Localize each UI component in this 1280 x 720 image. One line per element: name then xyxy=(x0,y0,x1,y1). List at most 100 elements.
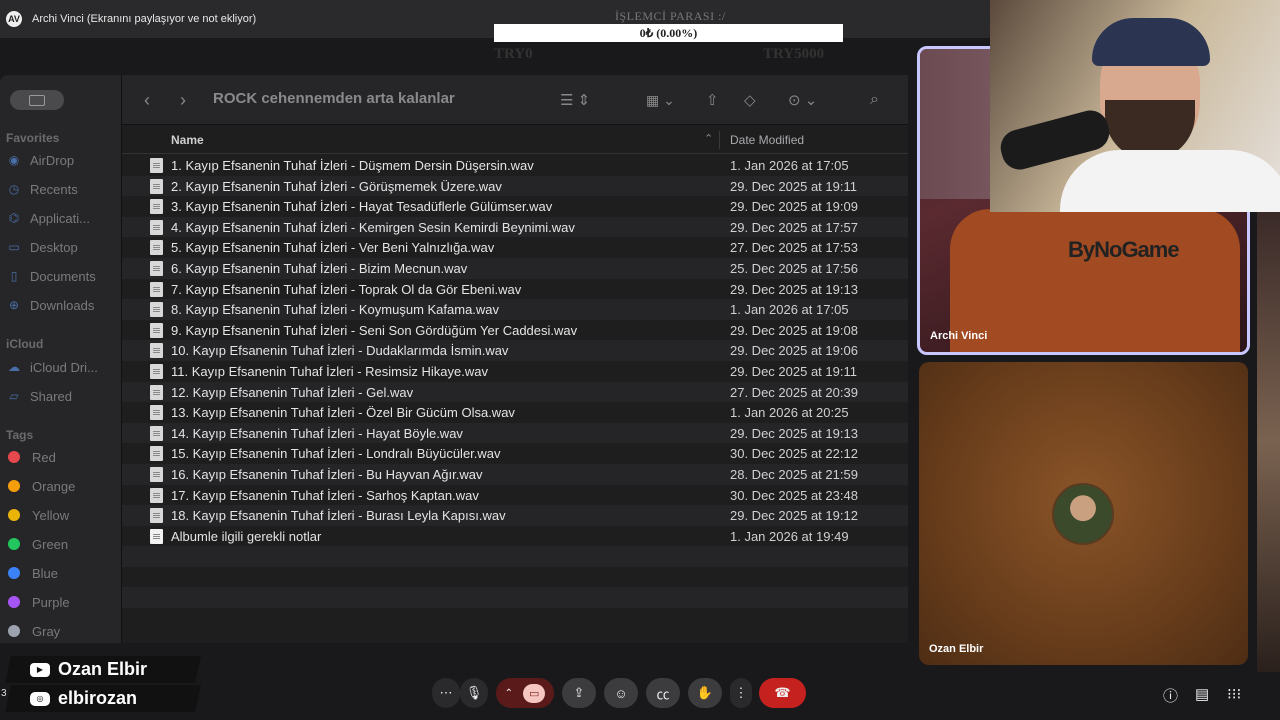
sidebar-item-desktop[interactable]: ▭ Desktop xyxy=(6,236,77,258)
list-view-icon[interactable]: ☰ ⇕ xyxy=(560,89,590,111)
sidebar-item-label: Yellow xyxy=(32,507,70,523)
file-row[interactable]: 4. Kayıp Efsanenin Tuhaf İzleri - Kemirg… xyxy=(122,216,908,238)
file-row[interactable]: 15. Kayıp Efsanenin Tuhaf İzleri - Londr… xyxy=(122,443,908,464)
clock-icon: ◷ xyxy=(8,182,20,196)
column-name[interactable]: Name xyxy=(171,133,204,147)
side-video-strip xyxy=(1257,212,1280,672)
file-list: 1. Kayıp Efsanenin Tuhaf İzleri - Düşmem… xyxy=(122,155,908,629)
present-screen-icon[interactable]: ⇪ xyxy=(562,678,596,708)
webcam-body xyxy=(1060,150,1280,212)
share-icon[interactable]: ⇧ xyxy=(706,89,719,111)
file-date: 27. Dec 2025 at 20:39 xyxy=(730,384,858,400)
audio-file-icon xyxy=(150,425,163,441)
more-vert-icon[interactable]: ⋮ xyxy=(730,678,752,708)
file-row[interactable]: 9. Kayıp Efsanenin Tuhaf İzleri - Seni S… xyxy=(122,320,908,341)
chat-icon[interactable]: ▤ xyxy=(1195,685,1209,703)
participant-name: Ozan Elbir xyxy=(929,643,984,655)
column-header: Name ⌃ Date Modified xyxy=(122,126,908,154)
tag-color-dot xyxy=(8,625,20,637)
more-options-icon[interactable]: ⋯ xyxy=(432,678,460,708)
sidebar-section-favorites: Favorites xyxy=(6,131,60,145)
sidebar-item-applicati[interactable]: ⌬ Applicati... xyxy=(6,207,90,229)
group-view-icon[interactable]: ▦ ⌄ xyxy=(646,89,675,111)
file-row[interactable]: 17. Kayıp Efsanenin Tuhaf İzleri - Sarho… xyxy=(122,485,908,506)
file-row[interactable]: 14. Kayıp Efsanenin Tuhaf İzleri - Hayat… xyxy=(122,422,908,444)
counter-max: TRY5000 xyxy=(763,46,825,62)
file-row[interactable]: 5. Kayıp Efsanenin Tuhaf İzleri - Ver Be… xyxy=(122,237,908,258)
sidebar-item-recents[interactable]: ◷ Recents xyxy=(6,178,78,200)
info-icon[interactable]: ⓘ xyxy=(1163,685,1178,706)
hangup-button[interactable]: ☎ xyxy=(759,678,806,708)
sidebar-item-gray[interactable]: Gray xyxy=(6,620,60,642)
camera-off-icon[interactable]: ▭ xyxy=(522,683,546,703)
tag-color-dot xyxy=(8,567,20,579)
audio-file-icon xyxy=(150,219,163,235)
forward-button[interactable]: › xyxy=(180,89,186,111)
file-row[interactable]: 2. Kayıp Efsanenin Tuhaf İzleri - Görüşm… xyxy=(122,175,908,197)
tag-color-dot xyxy=(8,480,20,492)
column-date-modified[interactable]: Date Modified xyxy=(730,133,804,147)
sidebar-item-blue[interactable]: Blue xyxy=(6,562,58,584)
file-name: 12. Kayıp Efsanenin Tuhaf İzleri - Gel.w… xyxy=(171,384,414,400)
download-icon: ⊕ xyxy=(8,298,20,312)
file-row[interactable]: 7. Kayıp Efsanenin Tuhaf İzleri - Toprak… xyxy=(122,279,908,300)
file-date: 29. Dec 2025 at 19:09 xyxy=(730,199,858,215)
file-name: 4. Kayıp Efsanenin Tuhaf İzleri - Kemirg… xyxy=(171,219,575,235)
audio-file-icon xyxy=(150,508,163,524)
audio-file-icon xyxy=(150,466,163,482)
file-row[interactable]: 16. Kayıp Efsanenin Tuhaf İzleri - Bu Ha… xyxy=(122,463,908,485)
presenter-avatar: AV xyxy=(6,11,22,27)
sidebar-item-yellow[interactable]: Yellow xyxy=(6,504,69,526)
file-row[interactable]: 6. Kayıp Efsanenin Tuhaf İzleri - Bizim … xyxy=(122,257,908,279)
webcam-overlay xyxy=(990,0,1280,212)
page-number: 3 xyxy=(1,688,7,699)
sidebar-item-orange[interactable]: Orange xyxy=(6,475,75,497)
tag-icon[interactable]: ◇ xyxy=(744,89,756,111)
sidebar-item-purple[interactable]: Purple xyxy=(6,591,70,613)
sidebar-section-icloud: iCloud xyxy=(6,337,44,351)
file-row[interactable]: 1. Kayıp Efsanenin Tuhaf İzleri - Düşmem… xyxy=(122,155,908,176)
airdrop-icon: ◉ xyxy=(8,153,20,167)
file-row[interactable]: Albumle ilgili gerekli notlar 1. Jan 2026… xyxy=(122,526,908,547)
sidebar-toggle-button[interactable] xyxy=(10,90,64,110)
file-row[interactable]: 13. Kayıp Efsanenin Tuhaf İzleri - Özel … xyxy=(122,402,908,423)
counter-value: 0₺ (0.00%) xyxy=(494,24,843,42)
sidebar-item-label: iCloud Dri... xyxy=(30,359,98,375)
document-file-icon xyxy=(150,528,163,544)
file-row[interactable]: 3. Kayıp Efsanenin Tuhaf İzleri - Hayat … xyxy=(122,196,908,217)
file-row[interactable]: 8. Kayıp Efsanenin Tuhaf İzleri - Koymuş… xyxy=(122,299,908,320)
participant-tile-ozan[interactable]: Ozan Elbir xyxy=(919,362,1248,665)
youtube-badge: ▶ Ozan Elbir xyxy=(5,656,201,683)
sidebar-item-documents[interactable]: ▯ Documents xyxy=(6,265,96,287)
chevron-up-icon[interactable]: ⌃ xyxy=(505,688,513,699)
more-actions-icon[interactable]: ⊙ ⌄ xyxy=(788,89,817,111)
microphone-toggle-icon[interactable]: 🎙 xyxy=(460,678,488,708)
file-row[interactable]: 11. Kayıp Efsanenin Tuhaf İzleri - Resim… xyxy=(122,361,908,382)
file-row[interactable]: 12. Kayıp Efsanenin Tuhaf İzleri - Gel.w… xyxy=(122,381,908,403)
sidebar-item-green[interactable]: Green xyxy=(6,533,68,555)
empty-row xyxy=(122,608,908,629)
emoji-reaction-icon[interactable]: ☺ xyxy=(604,678,638,708)
shared-folder-icon: ▱ xyxy=(9,389,19,403)
camera-toggle[interactable]: ⌃ ▭ xyxy=(496,678,554,708)
sidebar-item-airdrop[interactable]: ◉ AirDrop xyxy=(6,149,74,171)
sidebar-item-shared[interactable]: ▱ Shared xyxy=(6,385,72,407)
sidebar-item-red[interactable]: Red xyxy=(6,446,56,468)
file-name: 18. Kayıp Efsanenin Tuhaf İzleri - Buras… xyxy=(171,508,506,524)
activities-icon[interactable]: ⁝⁝⁝ xyxy=(1227,685,1241,703)
file-row[interactable]: 18. Kayıp Efsanenin Tuhaf İzleri - Buras… xyxy=(122,505,908,526)
youtube-handle: Ozan Elbir xyxy=(58,659,148,679)
file-date: 29. Dec 2025 at 19:13 xyxy=(730,281,858,297)
back-button[interactable]: ‹ xyxy=(144,89,150,111)
file-name: 8. Kayıp Efsanenin Tuhaf İzleri - Koymuş… xyxy=(171,302,500,318)
file-name: 5. Kayıp Efsanenin Tuhaf İzleri - Ver Be… xyxy=(171,240,495,256)
sidebar-item-downloads[interactable]: ⊕ Downloads xyxy=(6,294,94,316)
captions-icon[interactable]: ㏄ xyxy=(646,678,680,708)
file-row[interactable]: 10. Kayıp Efsanenin Tuhaf İzleri - Dudak… xyxy=(122,340,908,361)
raise-hand-icon[interactable]: ✋ xyxy=(688,678,722,708)
search-icon[interactable]: ⌕ xyxy=(870,89,879,111)
column-divider[interactable] xyxy=(719,131,720,149)
file-name: 7. Kayıp Efsanenin Tuhaf İzleri - Toprak… xyxy=(171,281,522,297)
file-date: 29. Dec 2025 at 19:11 xyxy=(730,178,857,194)
sidebar-item-icloud-dri[interactable]: ☁ iCloud Dri... xyxy=(6,356,98,378)
